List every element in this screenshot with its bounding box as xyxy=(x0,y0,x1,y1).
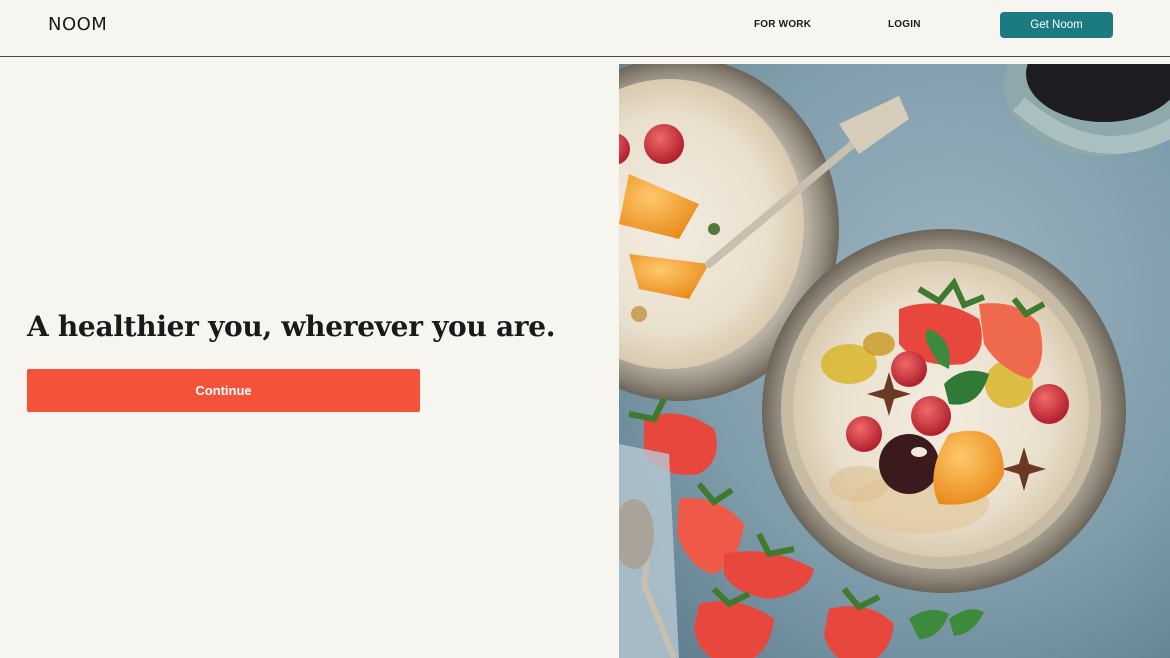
oatmeal-bowls-illustration xyxy=(619,64,1170,658)
hero-headline: A healthier you, wherever you are. xyxy=(27,310,556,343)
continue-button[interactable]: Continue xyxy=(27,369,420,412)
hero-food-image xyxy=(619,64,1170,658)
site-header: NOOM FOR WORK LOGIN Get Noom xyxy=(0,0,1170,57)
noom-logo[interactable]: NOOM xyxy=(48,14,107,35)
nav-for-work-link[interactable]: FOR WORK xyxy=(754,19,811,30)
nav-login-link[interactable]: LOGIN xyxy=(888,19,921,30)
get-noom-button[interactable]: Get Noom xyxy=(1000,12,1113,38)
